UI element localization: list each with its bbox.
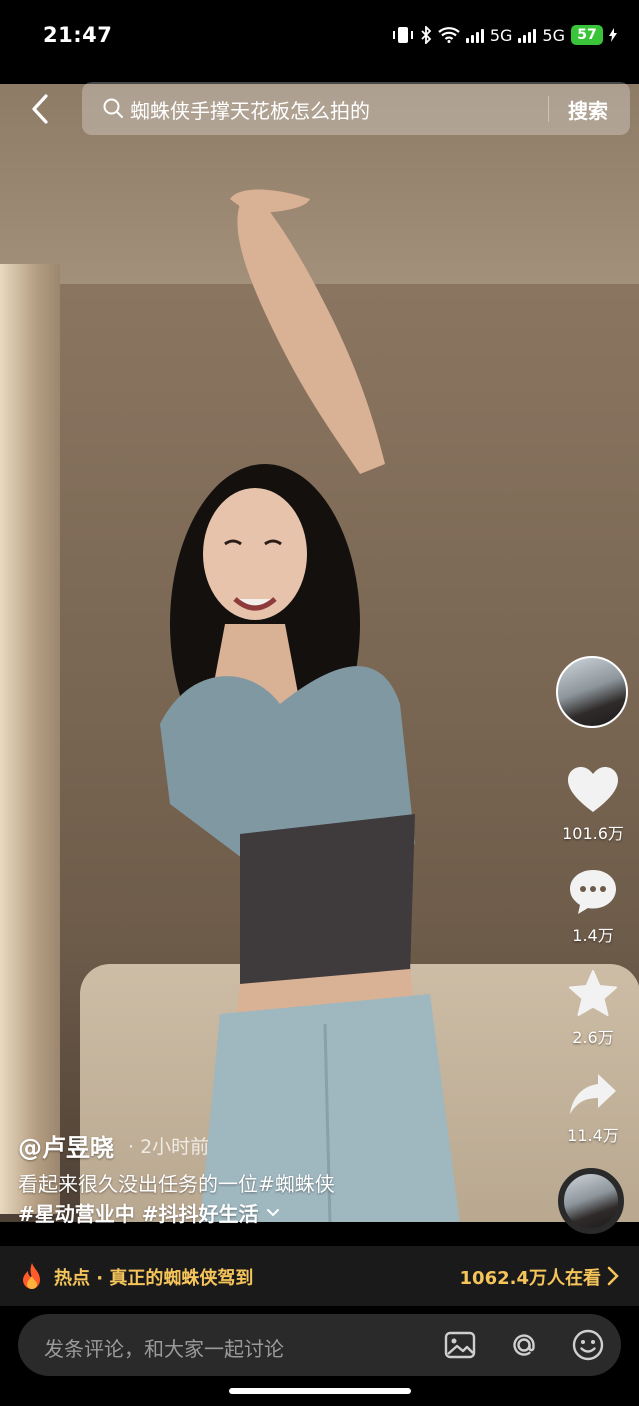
charging-icon [609, 28, 617, 42]
like-button[interactable]: 101.6万 [556, 766, 630, 844]
search-icon [103, 98, 123, 118]
vibrate-icon [392, 27, 413, 43]
search-input[interactable]: 蜘蛛侠手撑天花板怎么拍的 [130, 95, 370, 124]
search-divider [548, 96, 549, 122]
expand-chevron-icon[interactable] [266, 1208, 280, 1218]
caption-tags-row: #星动营业中 #抖抖好生活 [18, 1198, 280, 1227]
at-icon[interactable] [507, 1328, 541, 1362]
star-icon [569, 970, 617, 1016]
share-button[interactable]: 11.4万 [556, 1072, 630, 1146]
search-button[interactable]: 搜索 [568, 95, 608, 124]
back-arrow-icon[interactable] [24, 92, 56, 126]
hot-topic-label: 热点 · 真正的蜘蛛侠驾到 [54, 1268, 254, 1289]
status-time: 21:47 [43, 23, 113, 47]
signal-bars-2 [518, 27, 537, 43]
status-icons: 5G 5G 57 [392, 25, 617, 45]
hot-topic-bar[interactable]: 热点 · 真正的蜘蛛侠驾到 1062.4万人在看 [0, 1246, 639, 1306]
comment-input[interactable]: 发条评论，和大家一起讨论 [44, 1333, 284, 1362]
favorite-button[interactable]: 2.6万 [556, 970, 630, 1048]
home-indicator[interactable] [229, 1388, 411, 1394]
flame-icon [23, 1263, 40, 1289]
caption-text: 看起来很久没出任务的一位#蜘蛛侠 [18, 1172, 335, 1196]
search-bar[interactable]: 蜘蛛侠手撑天花板怎么拍的 搜索 [82, 82, 630, 135]
like-count: 101.6万 [562, 824, 624, 843]
share-icon [570, 1074, 616, 1114]
wifi-icon [438, 27, 460, 43]
video-wall [0, 264, 60, 1214]
chevron-right-icon [607, 1266, 619, 1286]
post-time: · 2小时前 [128, 1136, 210, 1158]
comment-icon [570, 870, 616, 914]
image-icon[interactable] [443, 1328, 477, 1362]
status-bar: 21:47 5G 5G 57 [0, 0, 639, 84]
comment-count: 1.4万 [572, 926, 614, 945]
network-type-2: 5G [542, 25, 565, 45]
battery-indicator: 57 [571, 25, 603, 45]
music-disc[interactable] [558, 1168, 624, 1234]
heart-icon [568, 767, 618, 812]
hot-viewer-count: 1062.4万人在看 [459, 1268, 601, 1289]
bluetooth-icon [421, 26, 432, 44]
emoji-icon[interactable] [571, 1328, 605, 1362]
network-type-1: 5G [489, 25, 513, 45]
signal-bars-1 [465, 27, 484, 43]
comment-bar[interactable]: 发条评论，和大家一起讨论 [18, 1314, 621, 1376]
author-avatar[interactable] [556, 656, 628, 728]
comment-button[interactable]: 1.4万 [556, 868, 630, 946]
caption-tags[interactable]: #星动营业中 #抖抖好生活 [18, 1198, 258, 1227]
favorite-count: 2.6万 [572, 1028, 614, 1047]
video-subject [160, 189, 460, 1222]
video-player[interactable] [0, 84, 639, 1222]
share-count: 11.4万 [567, 1126, 619, 1145]
author-name[interactable]: @卢昱晓 [18, 1128, 114, 1163]
